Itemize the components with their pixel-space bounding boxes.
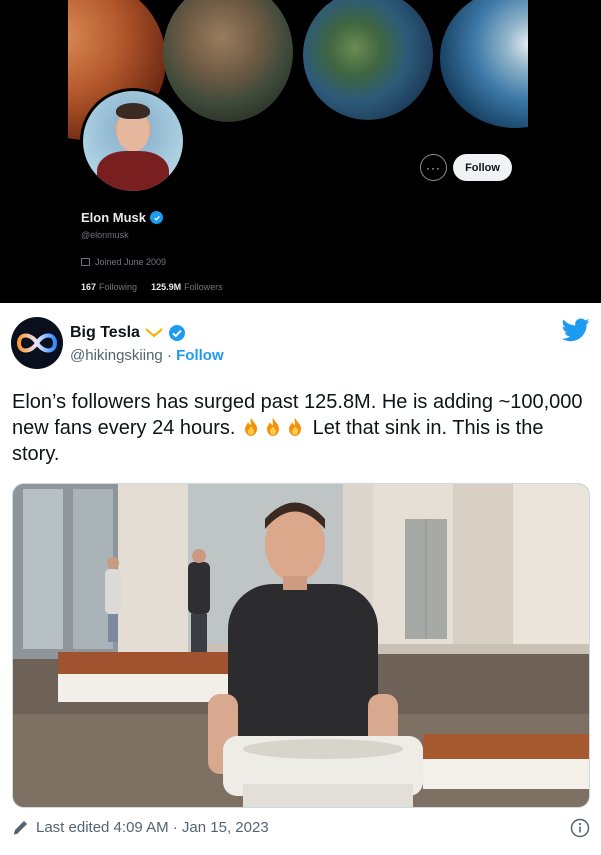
banner-planet-terraformed bbox=[303, 0, 433, 120]
profile-name-row: Elon Musk bbox=[81, 210, 164, 225]
profile-avatar-image bbox=[83, 91, 183, 191]
following-stat[interactable]: 167 Following bbox=[81, 282, 137, 292]
profile-joined: Joined June 2009 bbox=[81, 257, 166, 267]
infinity-logo-icon bbox=[16, 333, 58, 353]
media-scene bbox=[13, 484, 589, 807]
info-icon[interactable] bbox=[570, 818, 590, 838]
profile-card: ··· Follow Elon Musk @elonmusk Joined Ju… bbox=[68, 0, 528, 303]
profile-name: Elon Musk bbox=[81, 210, 147, 225]
pencil-edit-icon bbox=[13, 821, 27, 835]
followers-stat[interactable]: 125.9M Followers bbox=[151, 282, 223, 292]
tweet-follow-link[interactable]: Follow bbox=[176, 347, 224, 364]
banner-planet-dusty bbox=[163, 0, 293, 122]
last-edited-timestamp[interactable]: Last edited 4:09 AM · Jan 15, 2023 bbox=[36, 819, 269, 836]
verified-badge-icon bbox=[150, 211, 164, 224]
tweet-media-photo[interactable] bbox=[12, 483, 590, 808]
tweet-author-name[interactable]: Big Tesla bbox=[70, 324, 140, 342]
more-dots-icon: ··· bbox=[426, 160, 441, 175]
profile-more-button[interactable]: ··· bbox=[420, 154, 447, 181]
tweet-author-handle-row: @hikingskiing · Follow bbox=[70, 347, 224, 364]
profile-screenshot: ··· Follow Elon Musk @elonmusk Joined Ju… bbox=[0, 0, 601, 303]
tweet-author-handle[interactable]: @hikingskiing bbox=[70, 347, 163, 364]
fire-emojis bbox=[241, 417, 307, 439]
fire-emoji-icon bbox=[245, 418, 258, 436]
profile-joined-text: Joined June 2009 bbox=[95, 257, 167, 267]
calendar-icon bbox=[81, 258, 90, 266]
fire-emoji-icon bbox=[267, 418, 280, 436]
tweet-footer: Last edited 4:09 AM · Jan 15, 2023 bbox=[12, 818, 590, 838]
profile-stats: 167 Following 125.9M Followers bbox=[81, 282, 223, 292]
profile-handle: @elonmusk bbox=[81, 230, 129, 240]
verified-badge-icon bbox=[168, 325, 185, 341]
profile-follow-button[interactable]: Follow bbox=[453, 154, 512, 181]
tweet-text: Elon’s followers has surged past 125.8M.… bbox=[12, 389, 592, 467]
profile-avatar[interactable] bbox=[80, 88, 186, 194]
handle-separator: · bbox=[166, 347, 172, 364]
banner-planet-earth bbox=[440, 0, 528, 128]
affiliate-badge-icon bbox=[145, 328, 163, 338]
tweet-author-name-row: Big Tesla bbox=[70, 324, 186, 342]
twitter-bird-icon[interactable] bbox=[562, 318, 590, 342]
tweet-author-avatar[interactable] bbox=[11, 317, 63, 369]
fire-emoji-icon bbox=[289, 418, 302, 436]
